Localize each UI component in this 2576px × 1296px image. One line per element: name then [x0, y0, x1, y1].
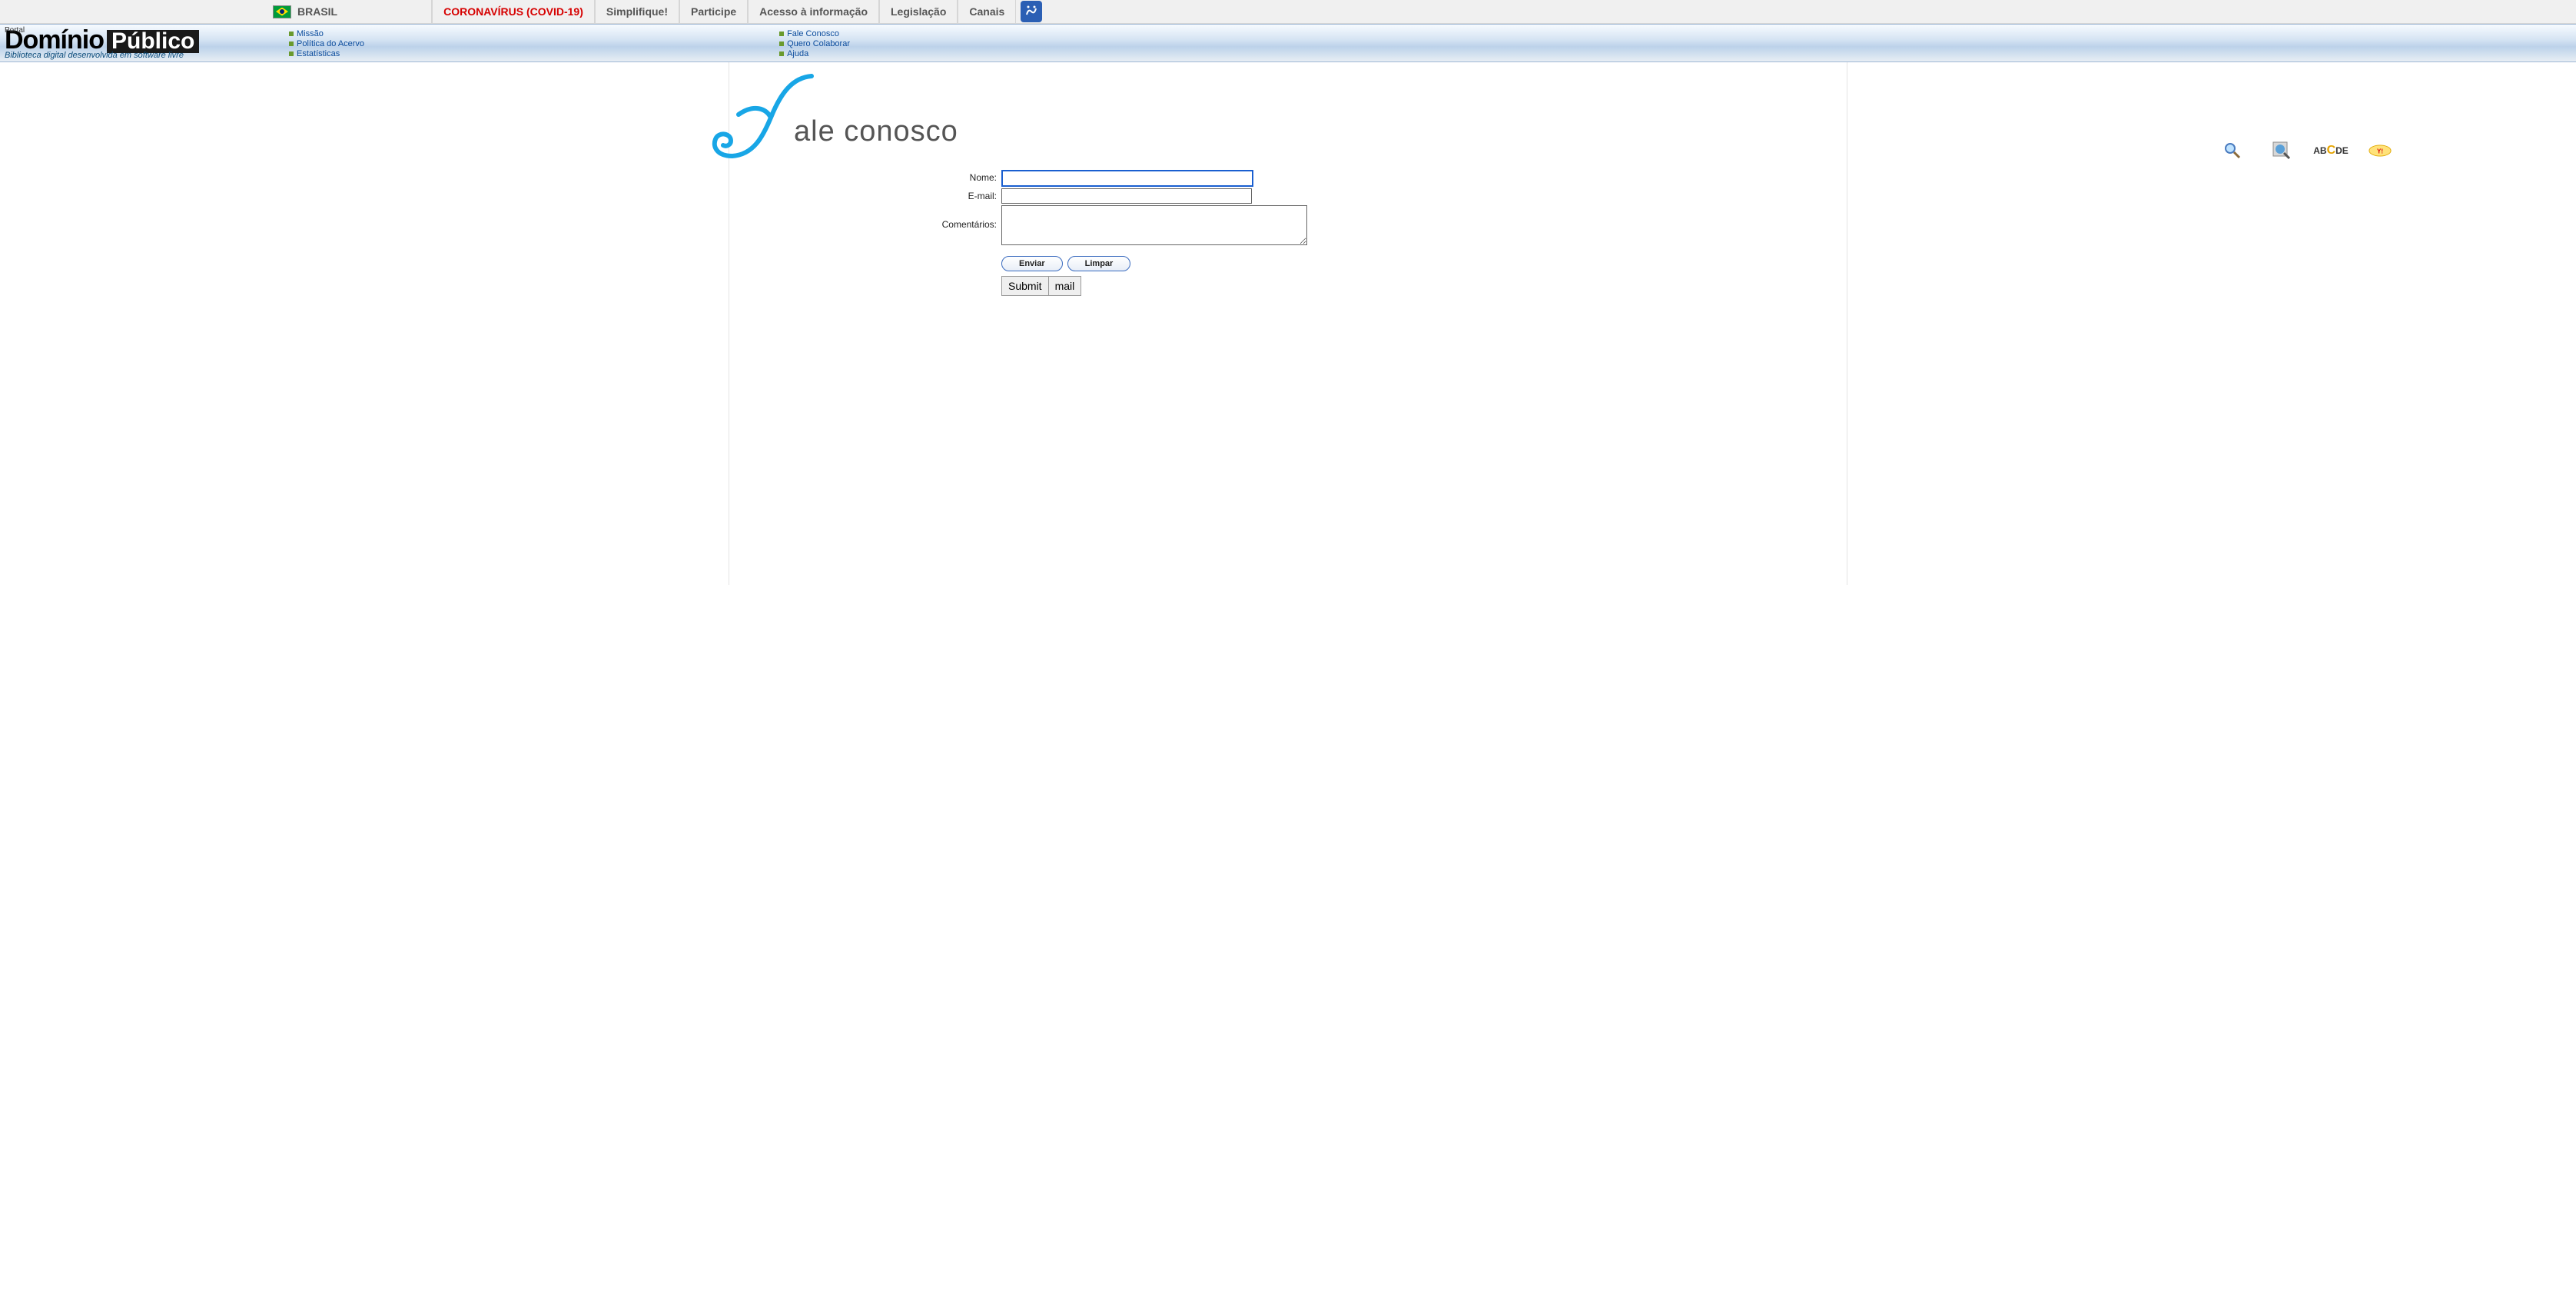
link-ajuda[interactable]: Ajuda	[779, 49, 850, 58]
site-links-right: Fale Conosco Quero Colaborar Ajuda	[779, 29, 850, 58]
content-shell: ale conosco Nome: E-mail: Comentários: E…	[729, 62, 1847, 585]
button-limpar[interactable]: Limpar	[1067, 256, 1131, 271]
yahoo-search-icon[interactable]: Y!	[2369, 139, 2392, 162]
text-size-icon[interactable]: ABCDE	[2319, 139, 2342, 162]
svg-text:Y!: Y!	[2377, 148, 2383, 155]
site-links-left: Missão Política do Acervo Estatísticas	[289, 29, 364, 58]
button-mail[interactable]: mail	[1049, 277, 1081, 295]
nav-simplifique[interactable]: Simplifique!	[595, 0, 679, 23]
label-nome: Nome:	[929, 170, 1001, 183]
brazil-flag-icon	[273, 5, 291, 18]
gov-bar: BRASIL CORONAVÍRUS (COVID-19) Simplifiqu…	[0, 0, 2576, 24]
portal-label: Portal	[5, 26, 25, 35]
label-email: E-mail:	[929, 188, 1001, 201]
site-header: Domínio Público Biblioteca digital desen…	[0, 24, 2576, 62]
button-enviar[interactable]: Enviar	[1001, 256, 1063, 271]
nav-legislacao[interactable]: Legislação	[879, 0, 958, 23]
link-estatisticas[interactable]: Estatísticas	[289, 49, 364, 58]
spacer	[347, 0, 432, 23]
logo[interactable]: Domínio Público Biblioteca digital desen…	[0, 25, 281, 61]
country-label: BRASIL	[297, 5, 337, 18]
contact-form: Nome: E-mail: Comentários: Enviar Limpar…	[929, 170, 1847, 296]
link-politica-acervo[interactable]: Política do Acervo	[289, 39, 364, 48]
page-title: ale conosco	[794, 115, 958, 148]
input-nome[interactable]	[1001, 170, 1253, 187]
nav-covid[interactable]: CORONAVÍRUS (COVID-19)	[432, 0, 595, 23]
link-missao[interactable]: Missão	[289, 29, 364, 38]
nav-canais[interactable]: Canais	[958, 0, 1016, 23]
country-selector[interactable]: BRASIL	[264, 0, 347, 23]
page-heading: ale conosco	[706, 62, 1847, 185]
logo-subtitle: Biblioteca digital desenvolvida em softw…	[5, 52, 199, 60]
label-comentarios: Comentários:	[929, 205, 1001, 230]
input-comentarios[interactable]	[1001, 205, 1307, 245]
search-icon[interactable]	[2221, 139, 2244, 162]
link-quero-colaborar[interactable]: Quero Colaborar	[779, 39, 850, 48]
accessibility-libras-icon[interactable]	[1021, 1, 1042, 22]
system-button-group: Submit mail	[1001, 276, 1081, 296]
link-fale-conosco[interactable]: Fale Conosco	[779, 29, 850, 38]
spacer	[0, 0, 264, 23]
world-search-icon[interactable]	[2270, 139, 2293, 162]
logo-word2: Público	[107, 30, 199, 53]
button-submit[interactable]: Submit	[1002, 277, 1049, 295]
site-links: Missão Política do Acervo Estatísticas F…	[281, 25, 2576, 61]
nav-participe[interactable]: Participe	[679, 0, 748, 23]
page-body: ABCDE Y! ale conosco Nome: E-mail: Comen…	[0, 62, 2576, 585]
toolbar-icons: ABCDE Y!	[2221, 139, 2392, 162]
input-email[interactable]	[1001, 188, 1252, 204]
nav-acesso-informacao[interactable]: Acesso à informação	[748, 0, 879, 23]
